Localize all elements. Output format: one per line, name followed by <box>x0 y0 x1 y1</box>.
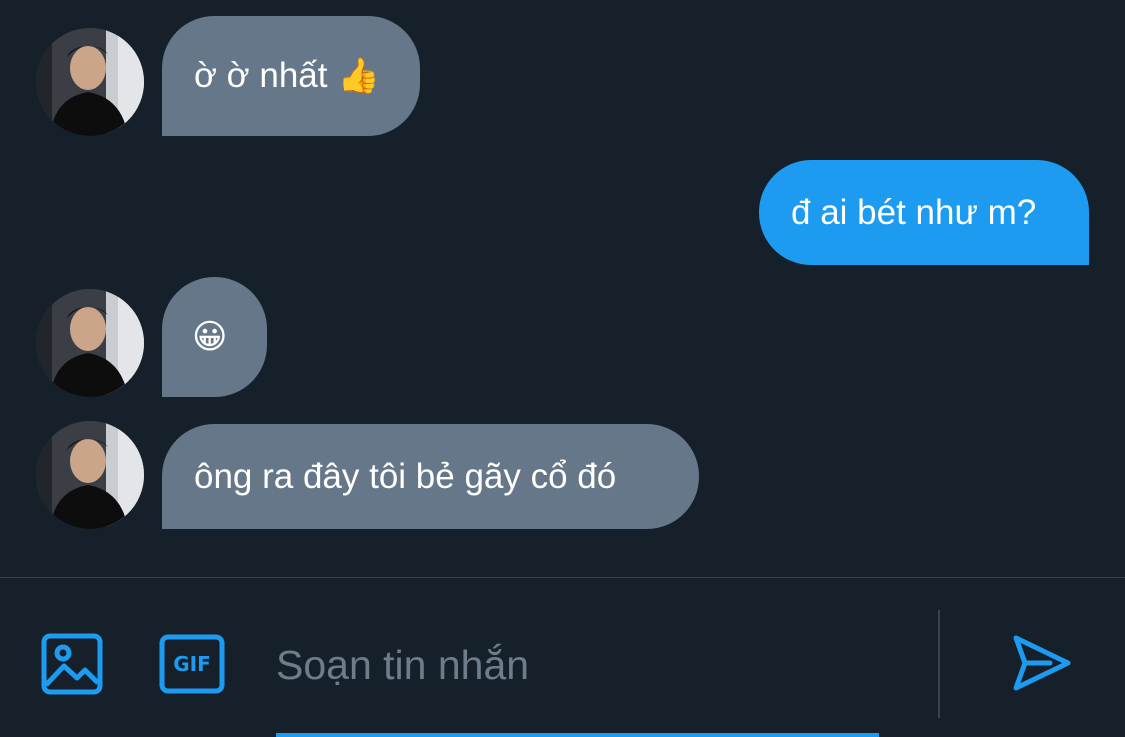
sender-avatar[interactable] <box>36 289 144 397</box>
direct-message-screen: ờ ờ nhất 👍 đ ai bét như m? 😀 ông ra đây … <box>0 0 1125 737</box>
image-icon <box>41 633 103 695</box>
grinning-face-emoji: 😀 <box>192 317 228 357</box>
composer-divider <box>0 577 1125 578</box>
compose-input-underline <box>276 733 879 737</box>
message-bubble-incoming[interactable]: ông ra đây tôi bẻ gãy cổ đó <box>162 424 699 529</box>
compose-placeholder: Soạn tin nhắn <box>276 642 530 688</box>
gif-label: GIF <box>173 652 211 676</box>
avatar-photo <box>36 289 144 397</box>
send-icon <box>1013 635 1071 691</box>
message-text: đ ai bét như m? <box>791 192 1037 232</box>
message-bubble-incoming[interactable]: 😀 <box>162 277 267 397</box>
send-divider <box>938 610 940 718</box>
message-compose-input[interactable]: Soạn tin nhắn <box>276 630 876 700</box>
send-button[interactable] <box>1008 630 1074 696</box>
media-button[interactable] <box>38 630 106 698</box>
avatar-photo <box>36 421 144 529</box>
message-text: ông ra đây tôi bẻ gãy cổ đó <box>194 456 617 496</box>
sender-avatar[interactable] <box>36 421 144 529</box>
sender-avatar[interactable] <box>36 28 144 136</box>
thumbs-up-emoji: 👍 <box>337 56 380 96</box>
message-bubble-outgoing[interactable]: đ ai bét như m? <box>759 160 1089 265</box>
avatar-photo <box>36 28 144 136</box>
message-bubble-incoming[interactable]: ờ ờ nhất 👍 <box>162 16 420 136</box>
message-text: ờ ờ nhất <box>194 56 328 95</box>
gif-button[interactable]: GIF <box>158 632 226 696</box>
